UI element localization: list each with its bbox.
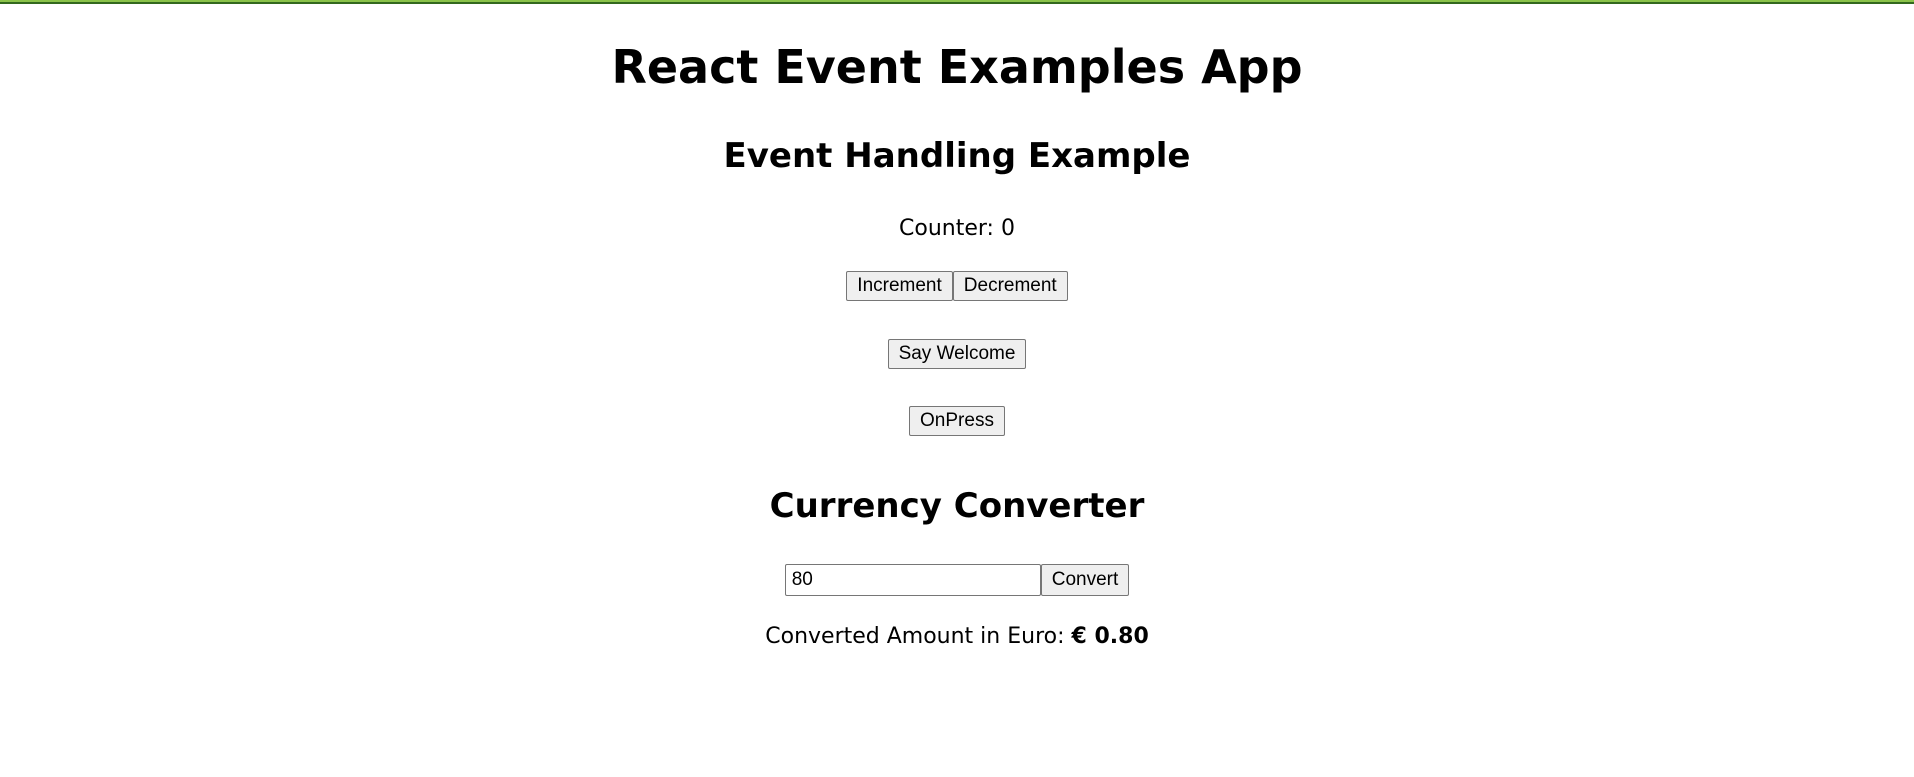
- counter-buttons: Increment Decrement: [0, 271, 1914, 301]
- welcome-row: Say Welcome: [0, 339, 1914, 369]
- top-border: [0, 0, 1914, 4]
- amount-input[interactable]: [784, 564, 1041, 596]
- converter-controls: Convert: [0, 564, 1914, 596]
- onpress-button[interactable]: OnPress: [909, 406, 1005, 436]
- app-title: React Event Examples App: [611, 40, 1303, 94]
- increment-button[interactable]: Increment: [846, 271, 953, 301]
- converted-amount-value: € 0.80: [1071, 624, 1149, 649]
- converted-amount-label: Converted Amount in Euro:: [765, 624, 1072, 649]
- onpress-row: OnPress: [0, 406, 1914, 436]
- counter-label: Counter:: [899, 216, 1001, 241]
- converted-amount: Converted Amount in Euro: € 0.80: [0, 622, 1914, 652]
- currency-converter-title: Currency Converter: [769, 486, 1145, 526]
- convert-button[interactable]: Convert: [1040, 564, 1130, 596]
- decrement-button[interactable]: Decrement: [952, 271, 1068, 301]
- counter-display: Counter: 0: [0, 214, 1914, 244]
- event-handling-title: Event Handling Example: [723, 136, 1191, 176]
- say-welcome-button[interactable]: Say Welcome: [887, 339, 1027, 369]
- counter-value: 0: [1000, 216, 1015, 241]
